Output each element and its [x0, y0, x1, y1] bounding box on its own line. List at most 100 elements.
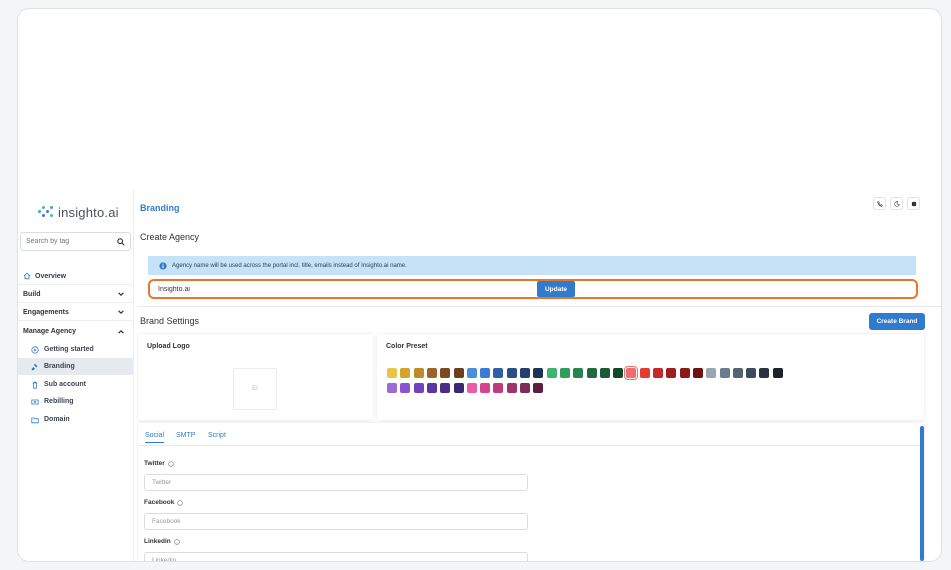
color-swatch[interactable]: [624, 366, 639, 380]
color-swatch[interactable]: [480, 383, 491, 393]
app: insighto.ai Overview Build Engagements: [18, 190, 941, 561]
color-swatch[interactable]: [453, 368, 464, 378]
logo-mark-icon: [38, 205, 54, 219]
twitter-input[interactable]: [144, 474, 528, 491]
sidebar-item-rebilling[interactable]: Rebilling: [18, 393, 133, 410]
help-icon[interactable]: [168, 460, 174, 467]
search-icon[interactable]: [117, 237, 125, 246]
color-swatch[interactable]: [546, 368, 557, 378]
color-swatch[interactable]: [466, 368, 477, 378]
color-swatch[interactable]: [506, 383, 517, 393]
sidebar-item-engagements[interactable]: Engagements: [18, 304, 133, 321]
color-swatch[interactable]: [746, 368, 757, 378]
color-swatch[interactable]: [506, 368, 517, 378]
color-swatch[interactable]: [387, 368, 397, 378]
tab-smtp[interactable]: SMTP: [176, 432, 195, 439]
color-swatch[interactable]: [387, 383, 397, 393]
color-swatch[interactable]: [520, 368, 530, 378]
facebook-label-text: Facebook: [144, 499, 175, 506]
color-swatch[interactable]: [706, 368, 717, 378]
scrollbar[interactable]: [920, 426, 924, 561]
color-swatch[interactable]: [533, 383, 544, 393]
sidebar-item-label: Manage Agency: [23, 328, 77, 335]
theme-toggle-button[interactable]: [890, 197, 903, 210]
notification-icon: [911, 201, 916, 206]
sidebar-item-label: Overview: [35, 272, 67, 280]
color-swatch[interactable]: [573, 368, 584, 378]
color-swatch[interactable]: [666, 368, 677, 378]
sidebar-item-label: Getting started: [44, 346, 94, 353]
logo[interactable]: insighto.ai: [38, 202, 119, 222]
color-swatch[interactable]: [639, 368, 650, 378]
linkedin-input[interactable]: [144, 552, 528, 561]
info-text: Agency name will be used across the port…: [172, 262, 407, 269]
help-icon[interactable]: [174, 538, 180, 545]
color-swatch[interactable]: [480, 368, 491, 378]
brush-icon: [31, 363, 38, 370]
phone-button[interactable]: [873, 197, 886, 210]
search-box[interactable]: [20, 232, 131, 251]
color-swatch[interactable]: [599, 368, 610, 378]
linkedin-label-text: Linkedin: [144, 538, 171, 545]
color-swatch[interactable]: [586, 368, 597, 378]
color-swatch[interactable]: [440, 383, 451, 393]
color-swatch[interactable]: [653, 368, 663, 378]
search-input[interactable]: [26, 238, 106, 245]
color-swatch[interactable]: [732, 368, 743, 378]
sidebar-item-getting-started[interactable]: Getting started: [18, 341, 133, 358]
rebilling-icon: [31, 399, 39, 404]
color-preset-title: Color Preset: [386, 343, 428, 350]
color-swatch[interactable]: [400, 368, 411, 378]
color-swatch[interactable]: [679, 368, 690, 378]
home-icon: [23, 272, 31, 280]
help-icon[interactable]: [177, 499, 184, 506]
create-brand-button[interactable]: Create Brand: [869, 313, 925, 330]
color-swatch[interactable]: [466, 383, 477, 393]
sidebar-item-manage-agency[interactable]: Manage Agency: [18, 323, 133, 340]
tab-social[interactable]: Social: [145, 432, 165, 443]
color-swatch[interactable]: [533, 368, 544, 378]
color-swatch[interactable]: [719, 368, 730, 378]
color-swatch[interactable]: [493, 383, 504, 393]
color-swatch[interactable]: [426, 368, 437, 378]
sidebar-item-domain[interactable]: Domain: [18, 411, 133, 428]
chevron-down-icon: [118, 310, 124, 315]
twitter-label-text: Twitter: [144, 460, 165, 467]
color-swatch[interactable]: [759, 368, 770, 378]
info-icon: [159, 261, 167, 270]
chevron-down-icon: [118, 292, 124, 297]
tab-script[interactable]: Script: [208, 432, 226, 439]
facebook-input[interactable]: [144, 513, 528, 530]
notification-button[interactable]: [907, 197, 920, 210]
sidebar: insighto.ai Overview Build Engagements: [18, 190, 134, 561]
color-swatch[interactable]: [440, 368, 451, 378]
color-swatch[interactable]: [772, 368, 783, 378]
sidebar-item-label: Engagements: [23, 308, 69, 316]
main-content: Branding Create Agency Agency name will …: [138, 190, 941, 561]
twitter-label: Twitter: [144, 460, 174, 467]
color-swatch[interactable]: [692, 368, 703, 378]
color-swatch[interactable]: [400, 383, 411, 393]
logo-upload-area[interactable]: EI: [233, 368, 277, 410]
sidebar-item-overview[interactable]: Overview: [18, 268, 133, 285]
color-swatch[interactable]: [493, 368, 504, 378]
color-swatch[interactable]: [559, 368, 570, 378]
divider: [138, 306, 941, 307]
update-button[interactable]: Update: [537, 281, 575, 297]
phone-icon: [876, 200, 883, 207]
color-swatch[interactable]: [520, 383, 530, 393]
tab-divider: [138, 445, 924, 446]
color-preset-card: Color Preset: [377, 334, 924, 420]
agency-name-input[interactable]: [150, 281, 537, 297]
color-swatch[interactable]: [413, 368, 424, 378]
sidebar-item-branding[interactable]: Branding: [18, 358, 133, 375]
browser-frame: insighto.ai Overview Build Engagements: [17, 8, 942, 562]
color-swatch[interactable]: [453, 383, 464, 393]
sidebar-item-build[interactable]: Build: [18, 286, 133, 303]
color-swatch[interactable]: [613, 368, 624, 378]
play-circle-icon: [31, 345, 39, 354]
color-swatch[interactable]: [413, 383, 424, 393]
sidebar-item-label: Sub account: [44, 381, 87, 388]
sidebar-item-sub-account[interactable]: Sub account: [18, 376, 133, 393]
color-swatch[interactable]: [426, 383, 437, 393]
